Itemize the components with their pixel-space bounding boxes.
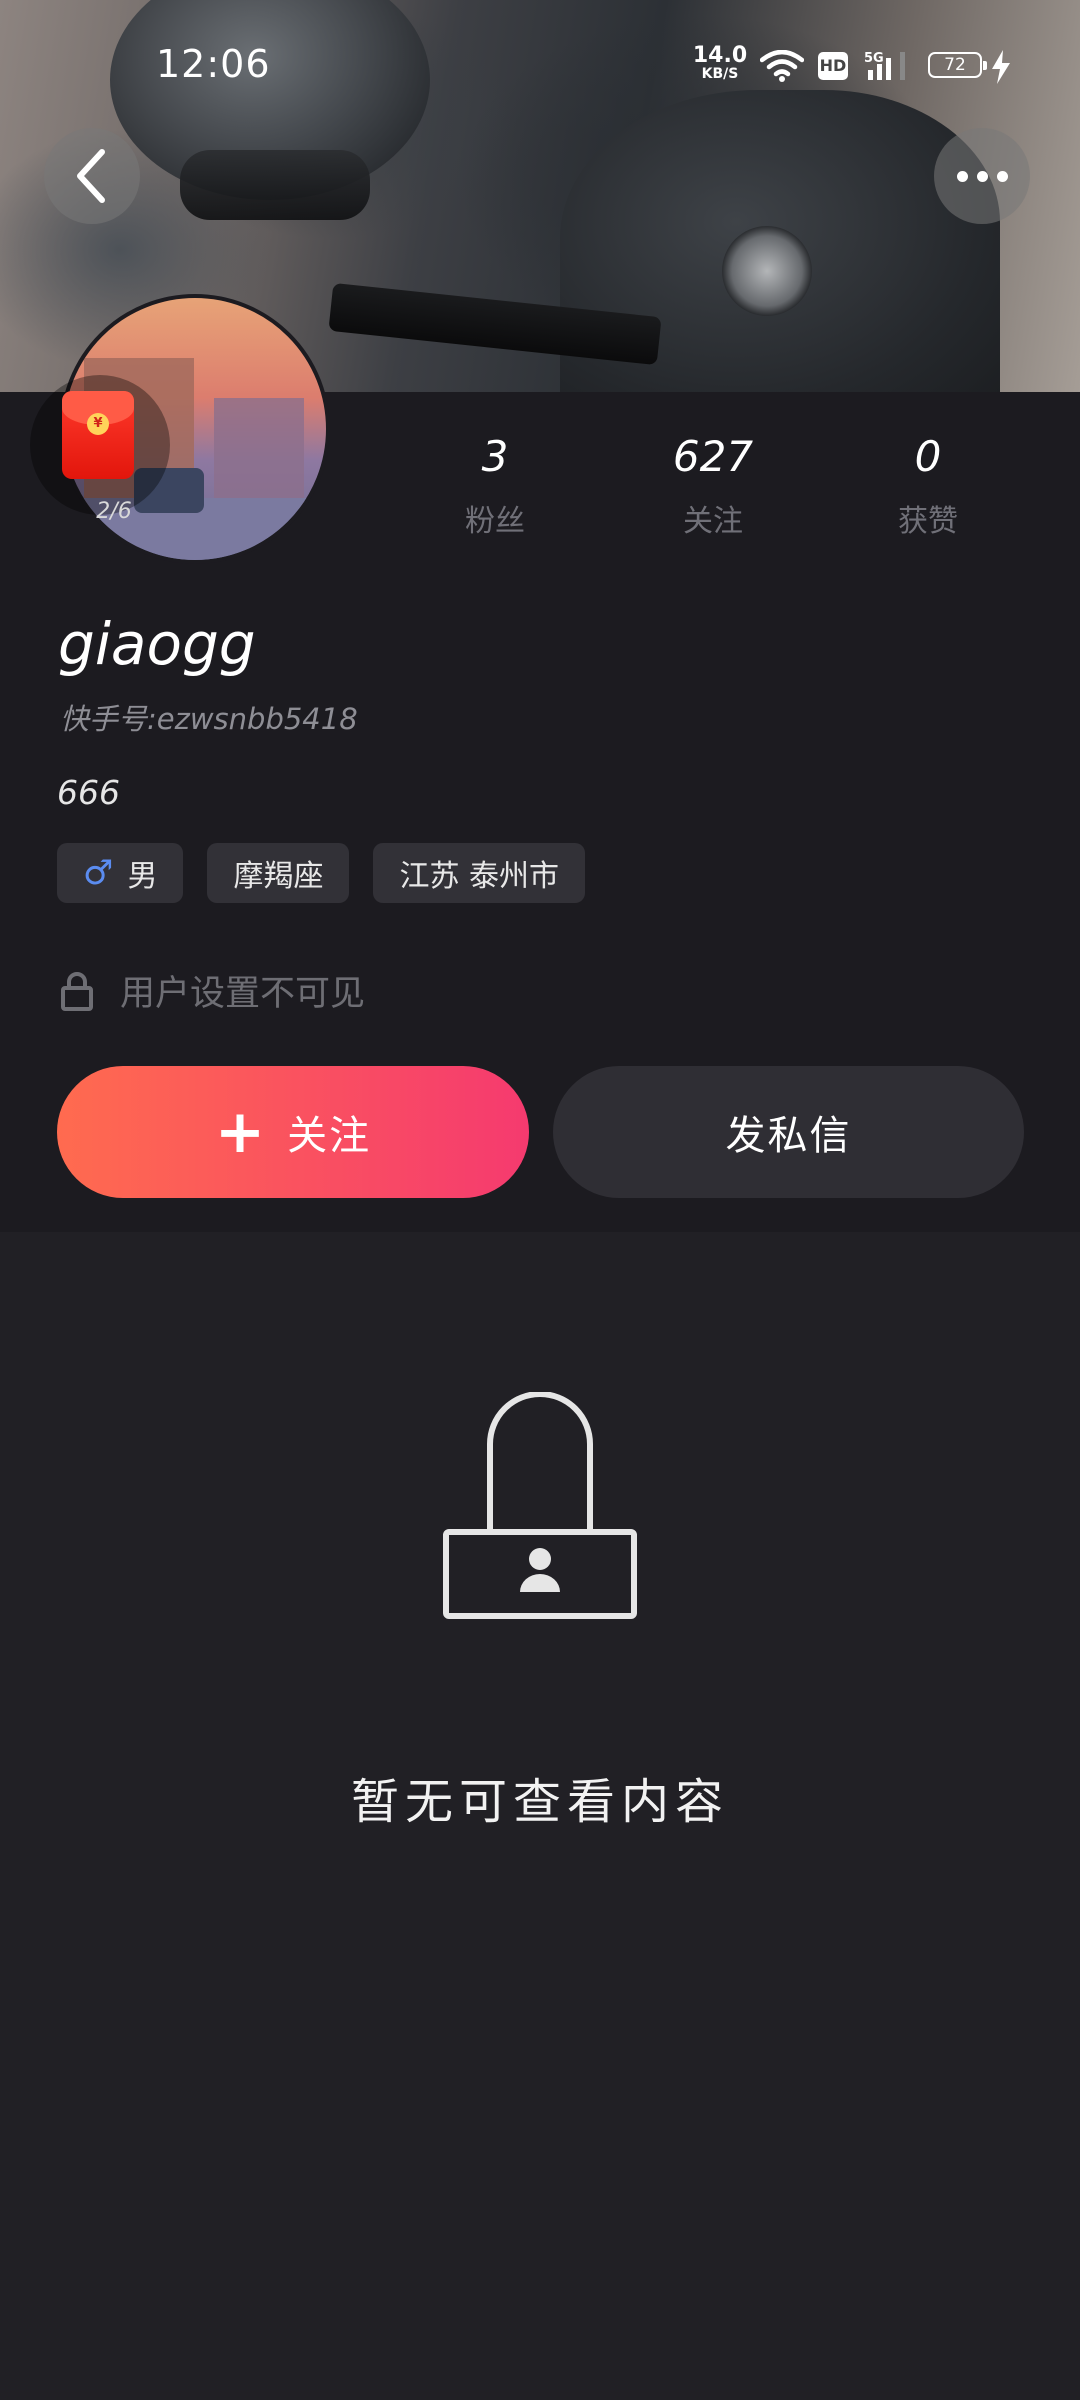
- cover-patch-shape: [722, 226, 812, 316]
- coin-icon: ¥: [87, 413, 109, 435]
- back-button[interactable]: [44, 128, 140, 224]
- privacy-text: 用户设置不可见: [120, 974, 366, 1014]
- tag-zodiac-label: 摩羯座: [233, 859, 324, 894]
- avatar-building: [214, 398, 304, 508]
- profile-tags: ♂ 男 摩羯座 江苏 泰州市: [57, 843, 586, 903]
- network-speed-value: 14.0: [692, 43, 748, 68]
- stat-label: 关注: [683, 504, 743, 539]
- content-area: 暂无可查看内容: [0, 1232, 1080, 2400]
- red-packet-button[interactable]: ¥ 2/6: [30, 375, 170, 524]
- stat-value: 0: [914, 432, 942, 481]
- user-id[interactable]: 快手号:ezwsnbb5418: [60, 696, 358, 738]
- stat-label: 粉丝: [465, 504, 525, 539]
- privacy-notice: 用户设置不可见: [60, 965, 365, 1016]
- more-dots-icon: [956, 170, 1008, 182]
- send-message-label: 发私信: [725, 1113, 852, 1159]
- male-icon: ♂: [83, 853, 114, 893]
- private-lock-icon: [443, 1392, 637, 1619]
- send-message-button[interactable]: 发私信: [553, 1066, 1024, 1198]
- follow-button[interactable]: + 关注: [57, 1066, 529, 1198]
- battery-indicator: 72: [928, 52, 987, 78]
- tag-location-label: 江苏 泰州市: [399, 859, 560, 894]
- username: giaogg: [58, 610, 256, 678]
- network-speed-unit: KB/S: [701, 66, 739, 82]
- svg-text:5G: 5G: [864, 51, 884, 66]
- stat-value: 627: [672, 432, 754, 481]
- wifi-icon: [760, 50, 804, 82]
- empty-state-text: 暂无可查看内容: [350, 1774, 729, 1830]
- red-packet-icon: ¥: [62, 391, 134, 479]
- cell-signal-icon: 5G: [864, 51, 905, 80]
- bio-text: 666: [57, 773, 120, 812]
- plus-icon: +: [214, 1097, 268, 1167]
- lock-icon: [61, 971, 93, 1011]
- cover-goggles-shape: [180, 150, 370, 220]
- network-speed: 14.0 KB/S: [690, 43, 750, 83]
- red-packet-count: 2/6: [96, 499, 132, 524]
- tag-gender-label: 男: [127, 859, 158, 894]
- stat-fans[interactable]: 3 粉丝: [415, 432, 575, 540]
- charging-icon: [992, 50, 1010, 84]
- tag-gender: ♂ 男: [57, 843, 184, 903]
- status-time: 12:06: [156, 42, 271, 86]
- chevron-left-icon: [77, 149, 105, 203]
- stat-label: 获赞: [898, 504, 958, 539]
- stat-following[interactable]: 627 关注: [633, 432, 793, 540]
- stat-value: 3: [481, 432, 509, 481]
- more-options-button[interactable]: [934, 128, 1030, 224]
- hd-badge: HD: [818, 52, 848, 80]
- stat-likes[interactable]: 0 获赞: [848, 432, 1008, 540]
- tag-location: 江苏 泰州市: [373, 843, 586, 903]
- status-bar: 12:06 14.0 KB/S HD 5G 72: [0, 0, 1080, 120]
- follow-label: 关注: [287, 1113, 372, 1159]
- tag-zodiac: 摩羯座: [207, 843, 350, 903]
